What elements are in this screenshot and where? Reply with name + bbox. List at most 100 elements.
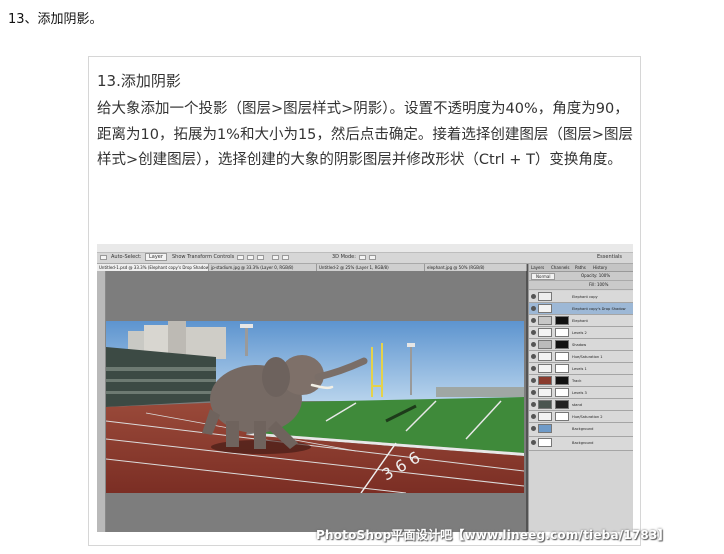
card-title: 13.添加阴影 xyxy=(97,72,181,90)
eye-icon[interactable] xyxy=(531,306,536,311)
workspace-switcher[interactable]: Essentials xyxy=(597,254,622,260)
layer-row[interactable]: Track xyxy=(529,375,633,387)
layer-name: Background xyxy=(572,427,594,431)
distribute-2-icon[interactable] xyxy=(282,255,289,260)
card-paragraph: 给大象添加一个投影（图层>图层样式>阴影）。设置不透明度为40%，角度为90，距… xyxy=(97,101,634,168)
fill-field[interactable]: Fill: 100% xyxy=(589,282,608,287)
document-tab[interactable]: jp-stadium.jpg @ 33.3% (Layer 0, RGB/8) xyxy=(209,264,317,271)
layer-row[interactable]: Elephant copy xyxy=(529,291,633,303)
layer-thumbnail xyxy=(538,292,552,301)
adjustment-icon xyxy=(538,388,552,397)
layer-name: Levels 2 xyxy=(572,331,587,335)
panel-tabs: Layers Channels Paths History xyxy=(529,264,633,272)
document-tab[interactable]: Untitled-2 @ 25% (Layer 1, RGB/8) xyxy=(317,264,425,271)
layer-mask-thumbnail xyxy=(555,400,569,409)
layer-row[interactable]: Levels 2 xyxy=(529,327,633,339)
layer-name: Elephant copy's Drop Shadow xyxy=(572,307,626,311)
layer-name: Hue/Saturation 2 xyxy=(572,415,603,419)
eye-icon[interactable] xyxy=(531,378,536,383)
align-center-icon[interactable] xyxy=(247,255,254,260)
eye-icon[interactable] xyxy=(531,426,536,431)
layer-thumbnail xyxy=(538,304,552,313)
document-tab[interactable]: Untitled-1.psd @ 33.3% (Elephant copy's … xyxy=(97,264,209,271)
layer-name: Elephant copy xyxy=(572,295,598,299)
adjustment-icon xyxy=(538,352,552,361)
step-heading: 13、添加阴影。 xyxy=(8,12,103,27)
document-tab[interactable]: elephant.jpg @ 50% (RGB/8) xyxy=(425,264,527,271)
layer-name: Shadow xyxy=(572,343,587,347)
layer-name: Elephant xyxy=(572,319,588,323)
eye-icon[interactable] xyxy=(531,440,536,445)
layer-thumbnail xyxy=(538,316,552,325)
layer-row[interactable]: Hue/Saturation 1 xyxy=(529,351,633,363)
stadium-elephant-image: 3 6 6 xyxy=(106,321,524,493)
transform-controls-label[interactable]: Show Transform Controls xyxy=(172,254,234,260)
eye-icon[interactable] xyxy=(531,318,536,323)
layer-thumbnail xyxy=(538,438,552,447)
ps-canvas-area[interactable]: 3 6 6 xyxy=(106,271,526,532)
move-tool-icon[interactable] xyxy=(100,255,107,260)
layer-mask-thumbnail xyxy=(555,376,569,385)
eye-icon[interactable] xyxy=(531,366,536,371)
adjustment-icon xyxy=(538,328,552,337)
layer-name: Track xyxy=(572,379,582,383)
layer-thumbnail xyxy=(538,400,552,409)
layer-row[interactable]: Elephant xyxy=(529,315,633,327)
align-bottom-icon[interactable] xyxy=(257,255,264,260)
layer-name: Background xyxy=(572,441,594,445)
layer-name: Levels 3 xyxy=(572,391,587,395)
ps-options-bar: Auto-Select: Layer Show Transform Contro… xyxy=(97,253,633,264)
3d-roll-icon[interactable] xyxy=(369,255,376,260)
eye-icon[interactable] xyxy=(531,354,536,359)
layer-mask-thumbnail xyxy=(555,364,569,373)
layer-name: stand xyxy=(572,403,583,407)
layer-row[interactable]: Background xyxy=(529,423,633,437)
3d-rotate-icon[interactable] xyxy=(359,255,366,260)
3d-mode-label: 3D Mode: xyxy=(332,254,356,260)
layer-mask-thumbnail xyxy=(555,328,569,337)
tab-history[interactable]: History xyxy=(593,264,607,271)
layer-row[interactable]: Levels 3 xyxy=(529,387,633,399)
adjustment-icon xyxy=(538,412,552,421)
fill-row: Fill: 100% xyxy=(529,281,633,290)
layer-row[interactable]: Levels 1 xyxy=(529,363,633,375)
blend-mode-row: Normal Opacity: 100% xyxy=(529,272,633,281)
tab-paths[interactable]: Paths xyxy=(575,264,586,271)
tutorial-card: 13.添加阴影 给大象添加一个投影（图层>图层样式>阴影）。设置不透明度为40%… xyxy=(88,56,641,546)
photoshop-screenshot: Auto-Select: Layer Show Transform Contro… xyxy=(97,244,633,532)
layer-name: Levels 1 xyxy=(572,367,587,371)
eye-icon[interactable] xyxy=(531,414,536,419)
ps-toolbox[interactable] xyxy=(97,271,106,532)
layer-mask-thumbnail xyxy=(555,412,569,421)
eye-icon[interactable] xyxy=(531,330,536,335)
opacity-field[interactable]: Opacity: 100% xyxy=(581,273,610,278)
layer-row[interactable]: Shadow xyxy=(529,339,633,351)
layer-dropdown[interactable]: Layer xyxy=(145,253,167,261)
layers-panel: Layers Channels Paths History Normal Opa… xyxy=(528,264,633,532)
layer-mask-thumbnail xyxy=(555,388,569,397)
layer-mask-thumbnail xyxy=(555,352,569,361)
layer-mask-thumbnail xyxy=(555,340,569,349)
layer-name: Hue/Saturation 1 xyxy=(572,355,603,359)
auto-select-label: Auto-Select: xyxy=(111,254,142,260)
blend-mode-dropdown[interactable]: Normal xyxy=(531,273,556,280)
ps-document-tabs: Untitled-1.psd @ 33.3% (Elephant copy's … xyxy=(97,264,527,271)
eye-icon[interactable] xyxy=(531,294,536,299)
layer-thumbnail xyxy=(538,376,552,385)
adjustment-icon xyxy=(538,364,552,373)
watermark: PhotoShop平面设计吧【www.lineeg.com/tieba/1783… xyxy=(316,528,670,542)
eye-icon[interactable] xyxy=(531,402,536,407)
layer-thumbnail xyxy=(538,424,552,433)
layer-row-selected[interactable]: Elephant copy's Drop Shadow xyxy=(529,303,633,315)
ps-menubar xyxy=(97,244,633,253)
layer-thumbnail xyxy=(538,340,552,349)
layer-row[interactable]: stand xyxy=(529,399,633,411)
eye-icon[interactable] xyxy=(531,342,536,347)
distribute-icon[interactable] xyxy=(272,255,279,260)
tab-layers[interactable]: Layers xyxy=(531,264,544,271)
eye-icon[interactable] xyxy=(531,390,536,395)
layer-row[interactable]: Hue/Saturation 2 xyxy=(529,411,633,423)
layer-row[interactable]: Background xyxy=(529,437,633,451)
tab-channels[interactable]: Channels xyxy=(551,264,570,271)
align-top-icon[interactable] xyxy=(237,255,244,260)
